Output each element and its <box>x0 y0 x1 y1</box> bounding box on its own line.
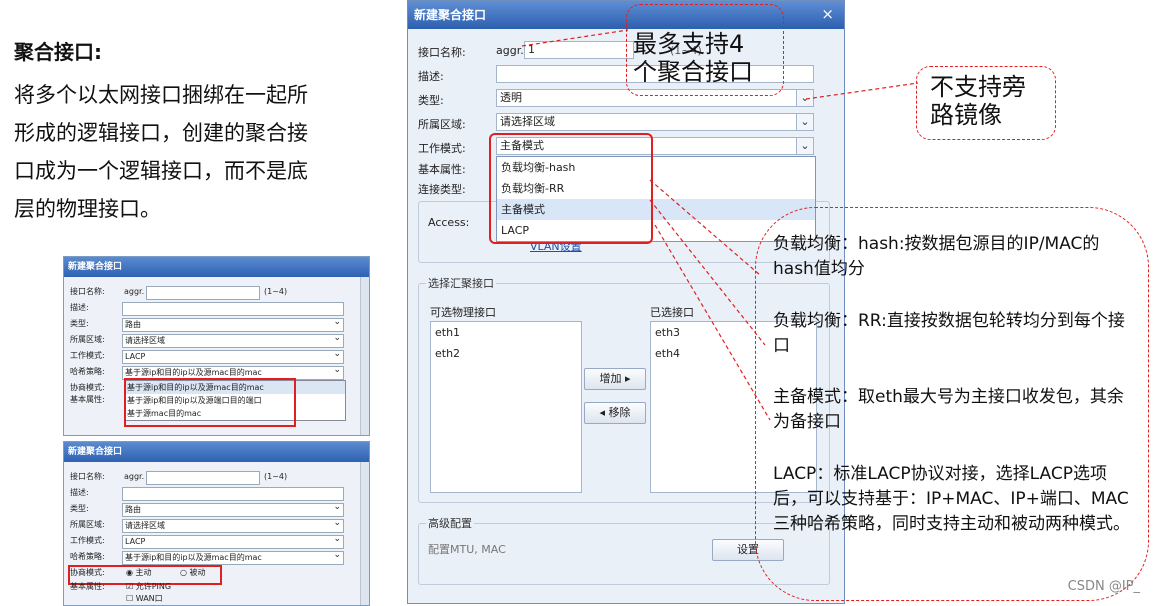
connector-line <box>654 224 771 421</box>
connector-line <box>805 82 919 100</box>
note-master-backup: 主备模式：取eth最大号为主接口收发包，其余为备接口 <box>773 387 1124 432</box>
note-hash: 负载均衡：hash:按数据包源目的IP/MAC的hash值均分 <box>773 234 1100 279</box>
connector-line <box>521 29 629 47</box>
connector-line <box>649 199 766 346</box>
note-lacp: LACP：标准LACP协议对接，选择LACP选项后，可以支持基于：IP+MAC、… <box>773 464 1130 534</box>
note-rr: 负载均衡：RR:直接按数据包轮转均分到每个接口 <box>773 311 1125 356</box>
max-four-text: 最多支持4 个聚合接口 <box>633 30 753 86</box>
watermark: CSDN @IP_ <box>1067 579 1140 594</box>
no-mirror-text: 不支持旁 路镜像 <box>930 73 1026 129</box>
connector-line <box>649 179 761 276</box>
